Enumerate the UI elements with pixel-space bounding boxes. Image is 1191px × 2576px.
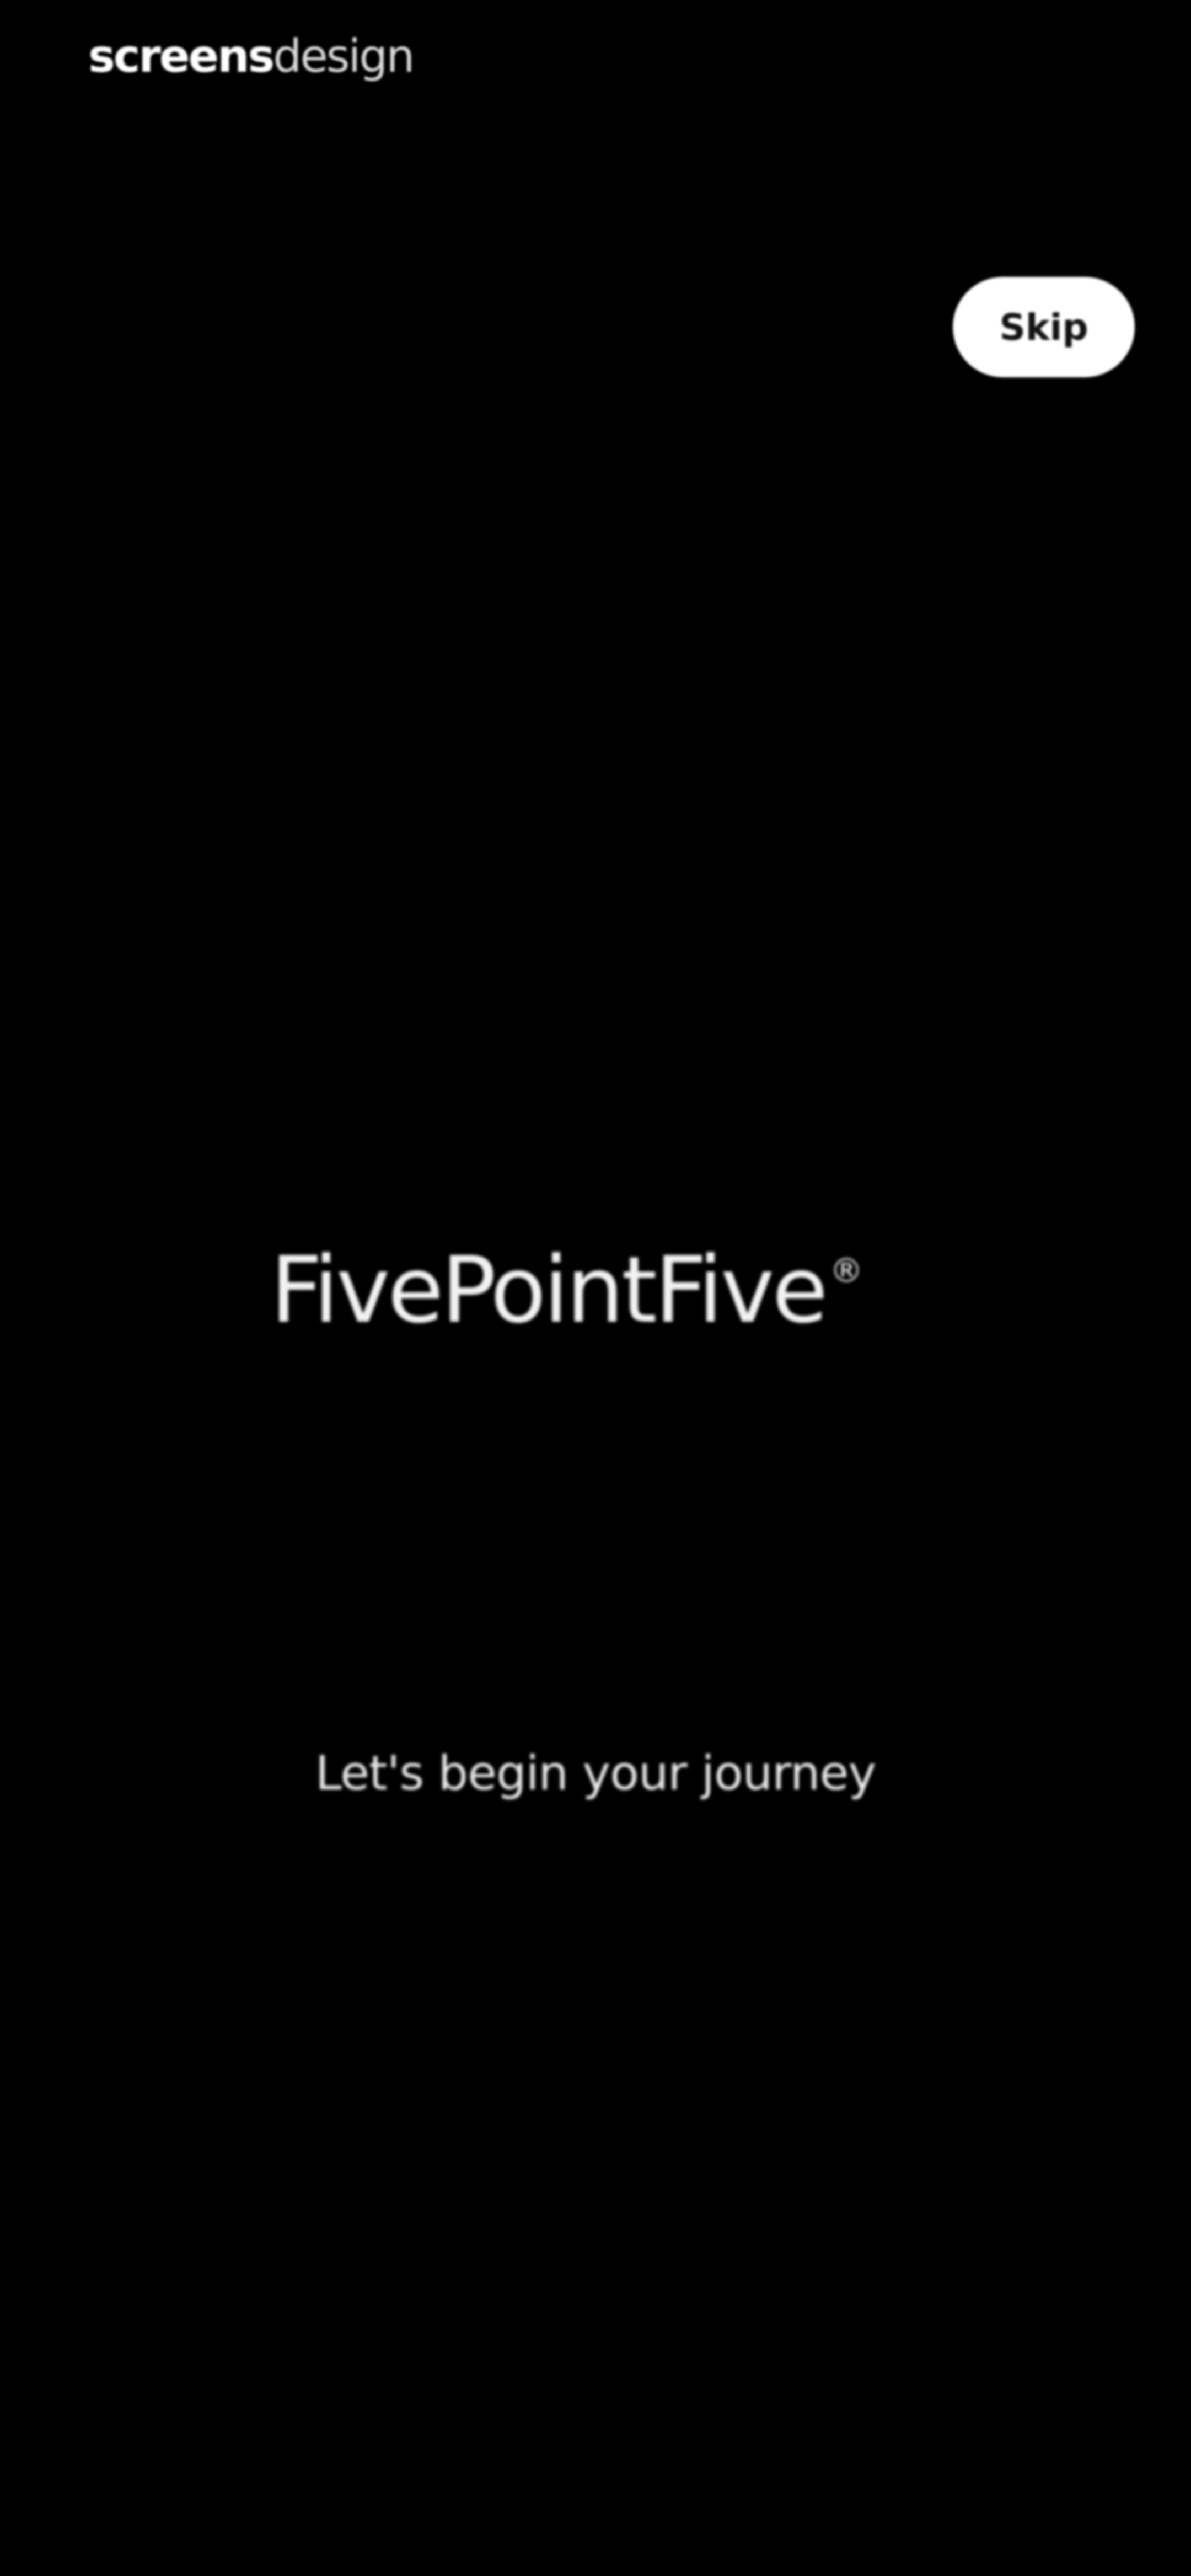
watermark-light-text: design xyxy=(273,30,415,83)
screensdesign-watermark: screens design xyxy=(88,30,415,83)
registered-trademark-icon: ® xyxy=(829,1252,863,1290)
brand-name: FivePointFive xyxy=(270,1237,828,1344)
skip-button[interactable]: Skip xyxy=(953,277,1135,377)
skip-button-label: Skip xyxy=(999,306,1088,349)
brand-logo: FivePointFive ® xyxy=(270,1236,863,1346)
watermark-bold-text: screens xyxy=(88,30,275,83)
onboarding-tagline: Let's begin your journey xyxy=(315,1746,877,1801)
